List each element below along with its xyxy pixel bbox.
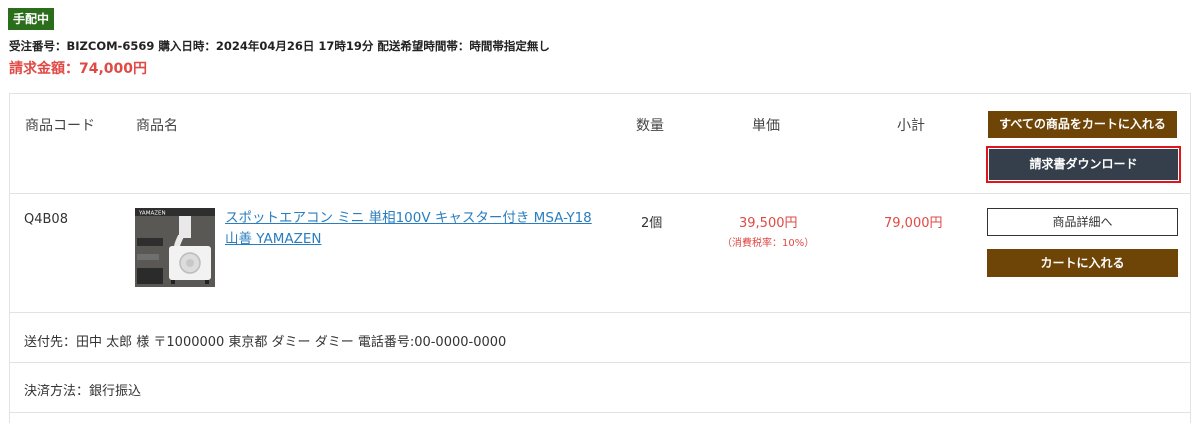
product-thumbnail[interactable]: YAMAZEN	[135, 208, 215, 287]
thumb-brand-text: YAMAZEN	[138, 211, 166, 217]
item-code: Q4B08	[24, 212, 68, 227]
shipping-address: 送付先：田中 太郎 様 〒1000000 東京都 ダミー ダミー 電話番号:00…	[24, 335, 507, 350]
product-image: YAMAZEN	[135, 208, 215, 287]
header-product-code: 商品コード	[25, 118, 95, 134]
invoice-download-button[interactable]: 請求書ダウンロード	[989, 149, 1178, 180]
order-total: 請求金額：74,000円	[9, 61, 148, 77]
payment-divider	[10, 412, 1190, 413]
add-all-to-cart-button[interactable]: すべての商品をカートに入れる	[988, 111, 1177, 138]
item-tax-note: （消費税率：10%）	[722, 238, 815, 249]
item-divider	[10, 312, 1190, 313]
item-unit-price: 39,500円	[739, 216, 798, 231]
order-meta: 受注番号：BIZCOM-6569 購入日時：2024年04月26日 17時19分…	[9, 39, 550, 53]
shipping-divider	[10, 362, 1190, 363]
payment-method: 決済方法：銀行振込	[24, 384, 142, 399]
header-divider	[10, 193, 1190, 194]
status-badge: 手配中	[8, 8, 55, 30]
header-quantity: 数量	[636, 118, 664, 134]
item-quantity: 2個	[641, 216, 663, 231]
header-unit-price: 単価	[752, 118, 780, 134]
product-name-link[interactable]: スポットエアコン ミニ 単相100V キャスター付き MSA-Y18 山善 YA…	[225, 208, 605, 250]
add-to-cart-button[interactable]: カートに入れる	[987, 249, 1178, 277]
product-detail-button[interactable]: 商品詳細へ	[987, 208, 1178, 236]
header-subtotal: 小計	[897, 118, 925, 134]
item-subtotal: 79,000円	[884, 216, 943, 231]
order-items-panel: 商品コード 商品名 数量 単価 小計 すべての商品をカートに入れる 請求書ダウン…	[9, 93, 1191, 423]
header-product-name: 商品名	[136, 118, 178, 134]
